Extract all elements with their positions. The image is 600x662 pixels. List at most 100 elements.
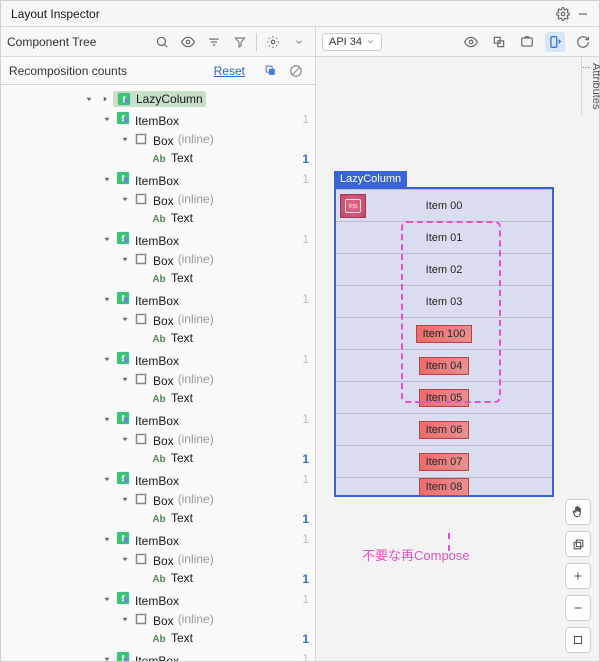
filter-lines-icon[interactable]: [204, 32, 224, 52]
tree-node-label: Box: [153, 494, 174, 508]
tree-node-label: ItemBox: [135, 114, 179, 128]
expand-icon[interactable]: [99, 294, 115, 304]
text-icon: Ab: [151, 631, 167, 647]
attributes-tab[interactable]: ⋯ Attributes: [581, 57, 599, 115]
copy-icon[interactable]: [259, 60, 281, 82]
zoom-fit-icon[interactable]: [565, 627, 591, 653]
refresh-icon[interactable]: [573, 32, 593, 52]
tree-row[interactable]: fItemBox1: [1, 409, 315, 429]
tree-node-label: ItemBox: [135, 354, 179, 368]
expand-icon[interactable]: [117, 614, 133, 624]
tree-row[interactable]: Box(inline): [1, 129, 315, 149]
tree-node-label: Text: [171, 151, 193, 165]
chevron-down-icon: [366, 37, 375, 46]
compose-icon: f: [115, 290, 131, 306]
tree-row[interactable]: fItemBox1: [1, 469, 315, 489]
expand-icon[interactable]: [117, 434, 133, 444]
pan-icon[interactable]: [565, 499, 591, 525]
text-icon: Ab: [151, 151, 167, 167]
tree-node-label: ItemBox: [135, 294, 179, 308]
expand-icon[interactable]: [117, 314, 133, 324]
filter-funnel-icon[interactable]: [230, 32, 250, 52]
expand-icon[interactable]: [117, 374, 133, 384]
expand-icon[interactable]: [99, 414, 115, 424]
counts-header: Recomposition counts Reset: [1, 57, 315, 85]
box-icon: [133, 131, 149, 147]
device-selector[interactable]: API 34: [322, 33, 382, 51]
live-updates-icon[interactable]: [545, 32, 565, 52]
tree-row[interactable]: Box(inline): [1, 249, 315, 269]
expand-icon[interactable]: [99, 114, 115, 124]
tree-node-suffix: (inline): [178, 552, 214, 566]
expand-icon[interactable]: [99, 534, 115, 544]
tree-row[interactable]: fItemBox1: [1, 649, 315, 661]
zoom-in-icon[interactable]: [565, 563, 591, 589]
component-tree[interactable]: fLazyColumnfItemBox1Box(inline)AbText1fI…: [1, 85, 315, 661]
tree-row[interactable]: Box(inline): [1, 549, 315, 569]
tree-row[interactable]: fItemBox1: [1, 589, 315, 609]
gear-dropdown-icon[interactable]: [263, 32, 283, 52]
insert-badge: ins: [340, 194, 366, 218]
tree-row[interactable]: fItemBox1: [1, 169, 315, 189]
zoom-out-icon[interactable]: [565, 595, 591, 621]
snapshot-icon[interactable]: [517, 32, 537, 52]
layers-icon[interactable]: [565, 531, 591, 557]
tree-row[interactable]: fItemBox1: [1, 289, 315, 309]
tree-row[interactable]: fItemBox1: [1, 349, 315, 369]
tree-node-label: Text: [171, 331, 193, 345]
expand-icon[interactable]: [117, 494, 133, 504]
tree-row[interactable]: AbText: [1, 389, 315, 409]
tree-row[interactable]: AbText: [1, 269, 315, 289]
block-icon[interactable]: [285, 60, 307, 82]
text-icon: Ab: [151, 451, 167, 467]
layout-canvas[interactable]: LazyColumn insItem 00Item 01Item 02Item …: [316, 57, 599, 661]
minimize-icon[interactable]: [573, 4, 593, 24]
titlebar: Layout Inspector: [1, 1, 599, 27]
tree-row[interactable]: AbText1: [1, 569, 315, 589]
expand-icon[interactable]: [99, 174, 115, 184]
expand-icon[interactable]: [117, 134, 133, 144]
tree-node-label: Box: [153, 434, 174, 448]
tree-node-label: Text: [171, 271, 193, 285]
eye-icon[interactable]: [461, 32, 481, 52]
expand-icon[interactable]: [99, 234, 115, 244]
eye-icon[interactable]: [178, 32, 198, 52]
tree-row[interactable]: fItemBox1: [1, 109, 315, 129]
tree-node-label: Box: [153, 374, 174, 388]
chevron-down-icon[interactable]: [289, 32, 309, 52]
tree-row[interactable]: AbText1: [1, 449, 315, 469]
expand-icon[interactable]: [117, 194, 133, 204]
expand-icon[interactable]: [97, 94, 113, 104]
left-toolbar: Component Tree: [1, 27, 315, 57]
tree-row[interactable]: fItemBox1: [1, 529, 315, 549]
tree-row[interactable]: Box(inline): [1, 609, 315, 629]
expand-icon[interactable]: [99, 594, 115, 604]
tree-row[interactable]: Box(inline): [1, 489, 315, 509]
tree-node-suffix: (inline): [178, 612, 214, 626]
recomposition-count: 1: [291, 652, 309, 661]
compose-icon: f: [115, 230, 131, 246]
tree-row[interactable]: AbText1: [1, 149, 315, 169]
tree-row[interactable]: fItemBox1: [1, 229, 315, 249]
preview-list-row: Item 08: [336, 477, 552, 495]
gear-icon[interactable]: [553, 4, 573, 24]
expand-icon[interactable]: [99, 354, 115, 364]
reset-link[interactable]: Reset: [214, 64, 245, 78]
tree-row[interactable]: AbText: [1, 329, 315, 349]
tree-row[interactable]: Box(inline): [1, 189, 315, 209]
expand-icon[interactable]: [99, 654, 115, 661]
tree-row[interactable]: AbText: [1, 209, 315, 229]
overlay-icon[interactable]: [489, 32, 509, 52]
tree-row[interactable]: fLazyColumn: [1, 89, 315, 109]
tree-row[interactable]: AbText1: [1, 509, 315, 529]
expand-icon[interactable]: [117, 254, 133, 264]
tree-row[interactable]: Box(inline): [1, 309, 315, 329]
tree-node-label: Text: [171, 511, 193, 525]
expand-icon[interactable]: [81, 94, 97, 104]
tree-row[interactable]: AbText1: [1, 629, 315, 649]
expand-icon[interactable]: [99, 474, 115, 484]
tree-row[interactable]: Box(inline): [1, 429, 315, 449]
expand-icon[interactable]: [117, 554, 133, 564]
search-icon[interactable]: [152, 32, 172, 52]
tree-row[interactable]: Box(inline): [1, 369, 315, 389]
